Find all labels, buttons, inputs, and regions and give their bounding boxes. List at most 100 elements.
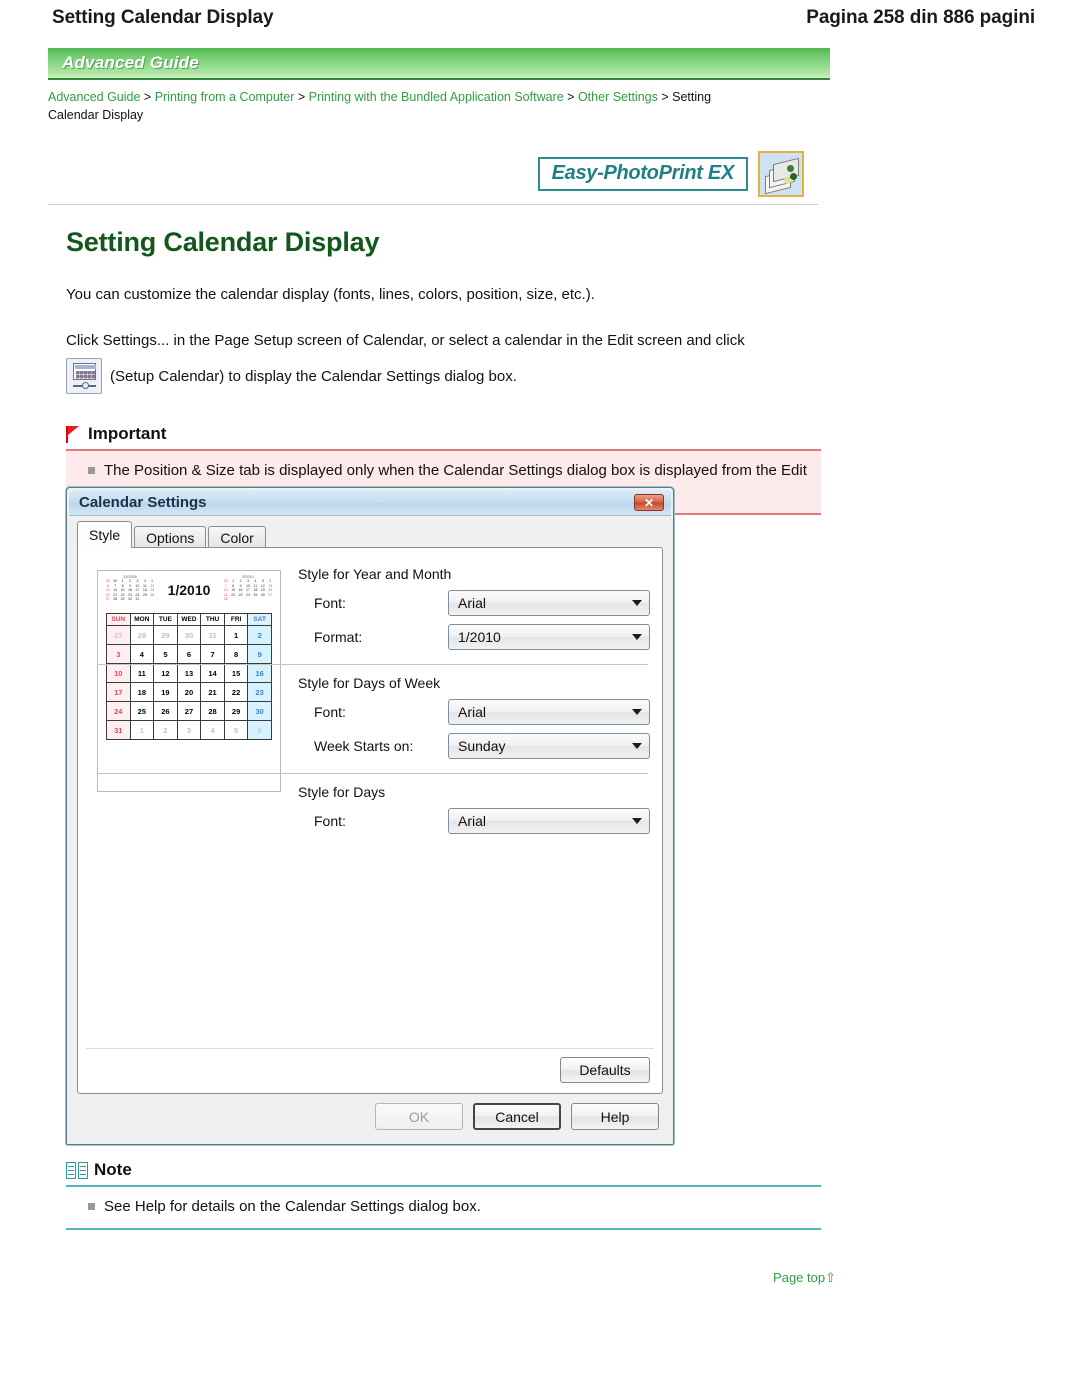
breadcrumb-current: Setting (672, 90, 712, 104)
advanced-guide-banner: Advanced Guide (48, 48, 830, 80)
calendar-day-cell: 23 (247, 682, 272, 702)
calendar-day-cell: 7 (200, 644, 225, 664)
calendar-day-cell: 1 (129, 720, 155, 740)
combo-value: Arial (458, 813, 487, 829)
combo-year-month-format[interactable]: 1/2010 (448, 624, 650, 650)
note-item-text: See Help for details on the Calendar Set… (104, 1198, 481, 1215)
up-arrow-icon: ⇧ (825, 1270, 836, 1285)
calendar-day-cell: 24 (106, 701, 131, 721)
important-title: Important (88, 424, 167, 443)
calendar-week-row: 24 25 26 27 28 29 30 (106, 701, 272, 721)
product-logo-row: Easy-PhotoPrint EX (48, 150, 818, 198)
cancel-button[interactable]: Cancel (473, 1103, 561, 1130)
breadcrumb-current-wrap: Calendar Display (48, 108, 144, 122)
page-counter: Pagina 258 din 886 pagini (806, 7, 1035, 28)
breadcrumb-item-advanced-guide[interactable]: Advanced Guide (48, 90, 140, 104)
combo-value: Arial (458, 595, 487, 611)
combo-value: 1/2010 (458, 629, 501, 645)
calendar-day-cell: 22 (223, 682, 249, 702)
breadcrumb-item-printing-with-bundled-software[interactable]: Printing with the Bundled Application So… (309, 90, 564, 104)
calendar-preview-grid: SUN MON TUE WED THU FRI SAT 27 28 29 30 31 1 2… (106, 613, 272, 740)
group-divider (98, 664, 648, 665)
calendar-day-cell: 16 (247, 663, 272, 683)
calendar-day-cell: 31 (106, 720, 131, 740)
open-book-icon (66, 1161, 88, 1179)
mini-calendar-grid: 31 1 2 3 4 5 6 7 8 9 10 11 12 13 14 15 16 17 18 19 20 21 22… (223, 579, 273, 602)
dialog-titlebar[interactable]: Calendar Settings ✕ (69, 490, 671, 516)
calendar-day-cell: 2 (153, 720, 178, 740)
breadcrumb-separator: > (661, 90, 669, 104)
breadcrumb-separator: > (143, 90, 152, 104)
calendar-day-cell: 28 (200, 701, 225, 721)
calendar-week-row: 17 18 19 20 21 22 23 (106, 682, 272, 702)
chevron-down-icon[interactable] (627, 810, 647, 832)
calendar-day-cell: 2 (247, 625, 272, 645)
calendar-day-cell: 15 (223, 663, 249, 683)
field-year-month-format: Format: 1/2010 (296, 622, 650, 652)
page-top-label: Page top (773, 1270, 826, 1285)
calendar-day-cell: 27 (176, 701, 202, 721)
page-header: Setting Calendar Display Pagina 258 din … (0, 0, 1080, 36)
document-title: Setting Calendar Display (66, 227, 380, 257)
combo-days-font[interactable]: Arial (448, 808, 650, 834)
label-week-starts-on: Week Starts on: (314, 738, 414, 754)
calendar-day-cell: 3 (106, 644, 131, 664)
intro-paragraph: You can customize the calendar display (… (66, 286, 595, 303)
bullet-square-icon (88, 467, 95, 474)
calendar-day-cell: 30 (247, 701, 272, 721)
bullet-square-icon (88, 1203, 95, 1210)
label-days-of-week-font: Font: (314, 704, 346, 720)
calendar-week-row: 10 11 12 13 14 15 16 (106, 663, 272, 683)
calendar-day-cell: 27 (106, 625, 131, 645)
calendar-day-cell: 1 (223, 625, 249, 645)
combo-year-month-font[interactable]: Arial (448, 590, 650, 616)
note-body: See Help for details on the Calendar Set… (66, 1185, 821, 1230)
defaults-button[interactable]: Defaults (560, 1057, 650, 1083)
combo-days-of-week-font[interactable]: Arial (448, 699, 650, 725)
calendar-day-cell: 30 (176, 625, 202, 645)
panel-divider (86, 1048, 654, 1049)
calendar-day-cell: 25 (129, 701, 155, 721)
calendar-day-cell: 28 (129, 625, 155, 645)
banner-label: Advanced Guide (62, 53, 199, 72)
calendar-day-cell: 3 (176, 720, 202, 740)
group-title-year-month: Style for Year and Month (298, 566, 452, 582)
calendar-day-cell: 18 (129, 682, 155, 702)
page-title: Setting Calendar Display (52, 7, 274, 28)
calendar-day-cell: 4 (200, 720, 225, 740)
close-icon[interactable]: ✕ (634, 494, 664, 511)
tab-style[interactable]: Style (77, 521, 133, 548)
note-header: Note (66, 1160, 821, 1180)
red-flag-icon (66, 425, 82, 443)
chevron-down-icon[interactable] (627, 592, 647, 614)
calendar-day-cell: 29 (153, 625, 178, 645)
chevron-down-icon[interactable] (627, 701, 647, 723)
weekday-header-sun: SUN (106, 613, 131, 626)
combo-value: Arial (458, 704, 487, 720)
field-days-font: Font: Arial (296, 806, 650, 836)
calendar-day-cell: 13 (176, 663, 202, 683)
ok-button[interactable]: OK (375, 1103, 463, 1130)
calendar-settings-dialog: Calendar Settings ✕ Style Options Color … (66, 487, 674, 1145)
photo-stack-icon (758, 151, 804, 197)
combo-week-starts-on[interactable]: Sunday (448, 733, 650, 759)
calendar-day-cell: 14 (200, 663, 225, 683)
calendar-day-cell: 19 (153, 682, 178, 702)
chevron-down-icon[interactable] (627, 735, 647, 757)
list-item: See Help for details on the Calendar Set… (66, 1196, 811, 1217)
label-year-month-font: Font: (314, 595, 346, 611)
calendar-day-cell: 4 (129, 644, 155, 664)
calendar-week-row: 27 28 29 30 31 1 2 (106, 625, 272, 645)
group-title-days: Style for Days (298, 784, 386, 800)
setup-calendar-caption: (Setup Calendar) to display the Calendar… (110, 367, 517, 385)
field-year-month-font: Font: Arial (296, 588, 650, 618)
note-title: Note (94, 1160, 132, 1179)
calendar-day-cell: 6 (176, 644, 202, 664)
chevron-down-icon[interactable] (627, 626, 647, 648)
breadcrumb-item-other-settings[interactable]: Other Settings (578, 90, 658, 104)
help-button[interactable]: Help (571, 1103, 659, 1130)
calendar-day-cell: 12 (153, 663, 178, 683)
calendar-day-cell: 20 (176, 682, 202, 702)
page-top-link[interactable]: Page top⇧ (66, 1270, 836, 1286)
breadcrumb-item-printing-from-a-computer[interactable]: Printing from a Computer (155, 90, 295, 104)
